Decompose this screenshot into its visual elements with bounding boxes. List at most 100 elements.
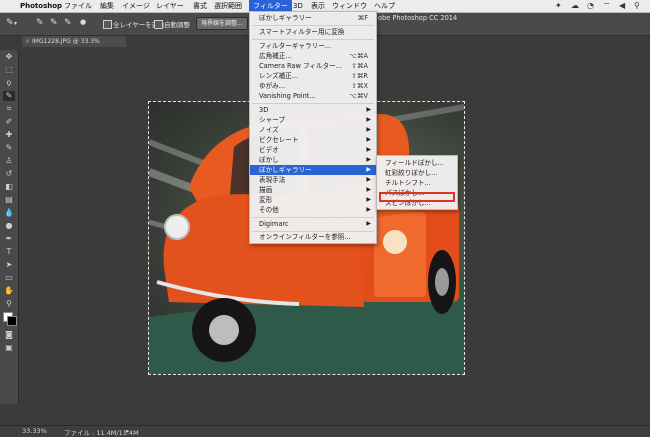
menu-item-adaptive-wide-angle[interactable]: 広角補正... ⌥⌘A [250, 51, 376, 61]
filter-menu: ぼかしギャラリー ⌘F スマートフィルター用に変換 フィルターギャラリー... 広… [249, 11, 377, 244]
menu-image[interactable]: イメージ [118, 0, 154, 12]
menu-item-vanishing-point[interactable]: Vanishing Point... ⌥⌘V [250, 91, 376, 101]
menu-item-filter-gallery[interactable]: フィルターギャラリー... [250, 41, 376, 51]
menu-separator [252, 25, 374, 26]
background-color-swatch[interactable] [7, 316, 17, 326]
healing-brush-tool-icon[interactable]: ✚ [3, 130, 15, 140]
crop-tool-icon[interactable]: ⌗ [3, 104, 15, 114]
submenu-arrow-icon: ▶ [366, 196, 371, 203]
refine-edge-button[interactable]: 境界線を調整... [196, 17, 248, 30]
all-layers-checkbox[interactable] [103, 20, 112, 29]
dodge-tool-icon[interactable]: ● [3, 221, 15, 231]
submenu-arrow-icon: ▶ [366, 146, 371, 153]
menu-item-3d[interactable]: 3D ▶ [250, 105, 376, 115]
hand-tool-icon[interactable]: ✋ [3, 286, 15, 296]
menu-item-render[interactable]: 描画 ▶ [250, 185, 376, 195]
pen-tool-icon[interactable]: ✒ [3, 234, 15, 244]
wifi-icon[interactable]: ⌔ [603, 1, 611, 11]
lasso-tool-icon[interactable]: ϙ [3, 78, 15, 88]
quick-select-tool-icon[interactable]: ✎ [3, 91, 15, 101]
quick-mask-icon[interactable]: ◙ [3, 330, 15, 340]
menu-item-lens-correction[interactable]: レンズ補正... ⇧⌘R [250, 71, 376, 81]
marquee-tool-icon[interactable]: ⬚ [3, 65, 15, 75]
document-tab[interactable]: ×IMG1228.JPG @ 33.3% (RGB/8*) * [22, 36, 126, 56]
menu-item-sharpen[interactable]: シャープ ▶ [250, 115, 376, 125]
new-selection-icon[interactable]: ✎ [36, 18, 44, 28]
chevron-down-icon[interactable]: ▾ [14, 20, 17, 27]
menu-separator [252, 103, 374, 104]
move-tool-icon[interactable]: ✥ [3, 52, 15, 62]
status-icon[interactable]: ✦ [555, 1, 562, 10]
status-arrow-icon[interactable]: ▸ [126, 427, 129, 435]
menu-select[interactable]: 選択範囲 [210, 0, 246, 12]
gradient-tool-icon[interactable]: ▤ [3, 195, 15, 205]
menu-item-blur[interactable]: ぼかし ▶ [250, 155, 376, 165]
menu-item-stylize[interactable]: 表現手法 ▶ [250, 175, 376, 185]
submenu-arrow-icon: ▶ [366, 186, 371, 193]
apple-icon[interactable] [3, 0, 11, 12]
eraser-tool-icon[interactable]: ◧ [3, 182, 15, 192]
shape-tool-icon[interactable]: ▭ [3, 273, 15, 283]
brush-tool-icon[interactable]: ✎ [3, 143, 15, 153]
menu-separator [252, 217, 374, 218]
screen-mode-icon[interactable]: ▣ [3, 343, 15, 353]
menu-edit[interactable]: 編集 [96, 0, 118, 12]
submenu-item-tilt-shift[interactable]: チルトシフト... [377, 178, 457, 188]
zoom-level[interactable]: 33.33% [22, 427, 47, 435]
menu-item-digimarc[interactable]: Digimarc ▶ [250, 219, 376, 229]
menu-item-camera-raw[interactable]: Camera Raw フィルター... ⇧⌘A [250, 61, 376, 71]
submenu-arrow-icon: ▶ [366, 156, 371, 163]
history-brush-tool-icon[interactable]: ↺ [3, 169, 15, 179]
menu-item-last-filter[interactable]: ぼかしギャラリー ⌘F [250, 13, 376, 23]
brush-size-icon[interactable]: ● [80, 18, 86, 26]
spotlight-icon[interactable]: ⚲ [634, 1, 640, 10]
submenu-item-iris-blur[interactable]: 虹彩絞りぼかし... [377, 168, 457, 178]
submenu-arrow-icon: ▶ [366, 220, 371, 227]
menu-item-video[interactable]: ビデオ ▶ [250, 145, 376, 155]
add-to-selection-icon[interactable]: ✎ [50, 18, 58, 28]
window-title: obe Photoshop CC 2014 [378, 14, 458, 22]
menu-item-distort[interactable]: 変形 ▶ [250, 195, 376, 205]
submenu-arrow-icon: ▶ [366, 176, 371, 183]
truck-decal [383, 230, 407, 254]
menu-file[interactable]: ファイル [60, 0, 96, 12]
sync-icon[interactable]: ◔ [587, 1, 594, 10]
toolbox: ✥ ⬚ ϙ ✎ ⌗ ✐ ✚ ✎ ♙ ↺ ◧ ▤ 💧 ● ✒ T ➤ ▭ ✋ ⚲ … [0, 50, 19, 404]
menu-item-liquify[interactable]: ゆがみ... ⇧⌘X [250, 81, 376, 91]
menu-item-noise[interactable]: ノイズ ▶ [250, 125, 376, 135]
volume-icon[interactable]: ◀ [619, 1, 625, 10]
submenu-arrow-icon: ▶ [366, 116, 371, 123]
submenu-arrow-icon: ▶ [366, 206, 371, 213]
menu-app-name[interactable]: Photoshop [16, 0, 66, 12]
front-wheel-hub [209, 315, 239, 345]
menu-type[interactable]: 書式 [189, 0, 211, 12]
type-tool-icon[interactable]: T [3, 247, 15, 257]
menu-layer[interactable]: レイヤー [152, 0, 188, 12]
subtract-selection-icon[interactable]: ✎ [64, 18, 72, 28]
submenu-item-field-blur[interactable]: フィールドぼかし... [377, 158, 457, 168]
quick-select-tool-icon[interactable]: ✎ [6, 18, 14, 28]
spin-blur-annotation-box [379, 192, 455, 202]
close-tab-icon[interactable]: × [25, 38, 30, 45]
status-bar: 33.33% ファイル : 11.4M/11.4M ▸ [0, 425, 650, 437]
path-select-tool-icon[interactable]: ➤ [3, 260, 15, 270]
menu-item-blur-gallery[interactable]: ぼかしギャラリー ▶ [250, 165, 376, 175]
clone-stamp-tool-icon[interactable]: ♙ [3, 156, 15, 166]
submenu-arrow-icon: ▶ [366, 126, 371, 133]
submenu-arrow-icon: ▶ [366, 106, 371, 113]
cloud-icon[interactable]: ☁ [571, 1, 579, 10]
submenu-arrow-icon: ▶ [366, 166, 371, 173]
blur-tool-icon[interactable]: 💧 [3, 208, 15, 218]
zoom-tool-icon[interactable]: ⚲ [3, 299, 15, 309]
menu-separator [252, 39, 374, 40]
menu-item-convert-smart-filters[interactable]: スマートフィルター用に変換 [250, 27, 376, 37]
submenu-arrow-icon: ▶ [366, 136, 371, 143]
rear-wheel-hub [435, 268, 449, 296]
truck-cargo-panel [374, 212, 426, 297]
eyedropper-tool-icon[interactable]: ✐ [3, 117, 15, 127]
auto-enhance-checkbox[interactable] [154, 20, 163, 29]
menu-item-other[interactable]: その他 ▶ [250, 205, 376, 215]
truck-headlight [164, 214, 190, 240]
menu-item-pixelate[interactable]: ピクセレート ▶ [250, 135, 376, 145]
menu-item-browse-online-filters[interactable]: オンラインフィルターを参照... [250, 232, 376, 242]
